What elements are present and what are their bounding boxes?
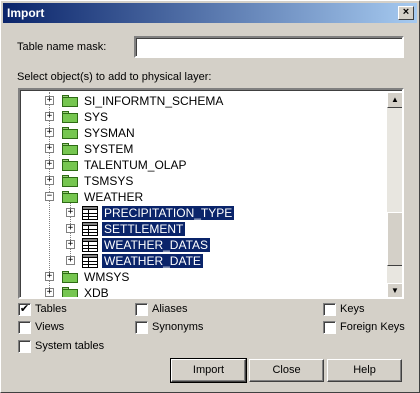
expand-icon[interactable]: + bbox=[66, 240, 75, 249]
system-tables-label: System tables bbox=[35, 340, 105, 352]
expand-icon[interactable]: + bbox=[45, 112, 54, 121]
tree-item-label: WEATHER_DATAS bbox=[102, 238, 211, 252]
tree-item-label: TALENTUM_OLAP bbox=[84, 158, 187, 172]
tree-row[interactable]: + SYSTEM bbox=[22, 141, 382, 157]
tree-item-label: WEATHER_DATE bbox=[102, 254, 203, 268]
tree-row[interactable]: + WMSYS bbox=[22, 269, 382, 285]
views-label: Views bbox=[35, 321, 65, 333]
tree-row[interactable]: + XDB bbox=[22, 285, 382, 299]
foreign-keys-checkbox[interactable] bbox=[323, 321, 336, 334]
system-tables-checkbox[interactable] bbox=[18, 340, 31, 353]
tree-row-table[interactable]: + SETTLEMENT bbox=[22, 221, 382, 237]
table-name-mask-input[interactable] bbox=[134, 36, 404, 58]
folder-icon bbox=[62, 127, 78, 139]
title-bar: Import × bbox=[3, 3, 417, 23]
tree-label: Select object(s) to add to physical laye… bbox=[17, 71, 212, 83]
tree-item-label: SETTLEMENT bbox=[102, 222, 186, 236]
tree-item-label: WEATHER bbox=[84, 190, 144, 204]
table-icon bbox=[82, 206, 98, 220]
expand-icon[interactable]: + bbox=[45, 272, 54, 281]
folder-icon bbox=[62, 95, 78, 107]
import-dialog: Import × Table name mask: Select object(… bbox=[0, 0, 420, 393]
folder-icon bbox=[62, 111, 78, 123]
import-button[interactable]: Import bbox=[170, 358, 247, 383]
aliases-label: Aliases bbox=[152, 303, 188, 315]
scroll-down-icon[interactable]: ▼ bbox=[387, 283, 402, 297]
tree-item-label: PRECIPITATION_TYPE bbox=[102, 206, 235, 220]
synonyms-checkbox[interactable] bbox=[135, 321, 148, 334]
table-icon bbox=[82, 238, 98, 252]
folder-icon bbox=[62, 159, 78, 171]
close-button[interactable]: Close bbox=[249, 359, 324, 382]
tree-row[interactable]: + SYS bbox=[22, 109, 382, 125]
expand-icon[interactable]: + bbox=[45, 176, 54, 185]
folder-icon bbox=[62, 175, 78, 187]
views-checkbox[interactable] bbox=[18, 321, 31, 334]
table-icon bbox=[82, 222, 98, 236]
object-tree[interactable]: + SI_INFORMTN_SCHEMA + SYS + SYSMAN + SY… bbox=[18, 88, 404, 299]
folder-icon bbox=[62, 143, 78, 155]
expand-icon[interactable]: + bbox=[45, 288, 54, 297]
tables-label: Tables bbox=[35, 303, 67, 315]
tree-item-label: XDB bbox=[84, 286, 109, 299]
tree-scrollbar[interactable]: ▲ ▼ bbox=[387, 92, 402, 297]
expand-icon[interactable]: + bbox=[66, 208, 75, 217]
keys-label: Keys bbox=[340, 303, 365, 315]
table-icon bbox=[82, 254, 98, 268]
tree-row[interactable]: + TALENTUM_OLAP bbox=[22, 157, 382, 173]
expand-icon[interactable]: + bbox=[45, 144, 54, 153]
help-button[interactable]: Help bbox=[327, 359, 402, 382]
tree-row-table[interactable]: + WEATHER_DATE bbox=[22, 253, 382, 269]
tree-item-label: SYSMAN bbox=[84, 126, 135, 140]
tree-viewport: + SI_INFORMTN_SCHEMA + SYS + SYSMAN + SY… bbox=[22, 92, 386, 299]
tree-row[interactable]: − WEATHER bbox=[22, 189, 382, 205]
synonyms-label: Synonyms bbox=[152, 321, 204, 333]
tree-row[interactable]: + TSMSYS bbox=[22, 173, 382, 189]
open-folder-icon bbox=[62, 191, 78, 203]
table-name-mask-label: Table name mask: bbox=[17, 41, 107, 53]
tree-item-label: WMSYS bbox=[84, 270, 130, 284]
window-title: Import bbox=[7, 6, 45, 20]
expand-icon[interactable]: + bbox=[66, 224, 75, 233]
foreign-keys-label: Foreign Keys bbox=[340, 321, 405, 333]
tree-row-table[interactable]: + PRECIPITATION_TYPE bbox=[22, 205, 382, 221]
tree-row[interactable]: + SI_INFORMTN_SCHEMA bbox=[22, 93, 382, 109]
collapse-icon[interactable]: − bbox=[45, 192, 54, 201]
aliases-checkbox[interactable] bbox=[135, 303, 148, 316]
tree-row-table[interactable]: + WEATHER_DATAS bbox=[22, 237, 382, 253]
folder-icon bbox=[62, 271, 78, 283]
tree-item-label: TSMSYS bbox=[84, 174, 134, 188]
scroll-up-icon[interactable]: ▲ bbox=[387, 92, 402, 108]
expand-icon[interactable]: + bbox=[45, 128, 54, 137]
tree-item-label: SI_INFORMTN_SCHEMA bbox=[84, 94, 224, 108]
expand-icon[interactable]: + bbox=[45, 160, 54, 169]
scroll-thumb[interactable] bbox=[387, 212, 402, 266]
tree-row[interactable]: + SYSMAN bbox=[22, 125, 382, 141]
tree-item-label: SYS bbox=[84, 110, 109, 124]
folder-icon bbox=[62, 287, 78, 297]
expand-icon[interactable]: + bbox=[66, 256, 75, 265]
tables-checkbox[interactable]: ✔ bbox=[18, 303, 31, 316]
tree-item-label: SYSTEM bbox=[84, 142, 134, 156]
keys-checkbox[interactable] bbox=[323, 303, 336, 316]
close-icon[interactable]: × bbox=[398, 6, 414, 20]
expand-icon[interactable]: + bbox=[45, 96, 54, 105]
